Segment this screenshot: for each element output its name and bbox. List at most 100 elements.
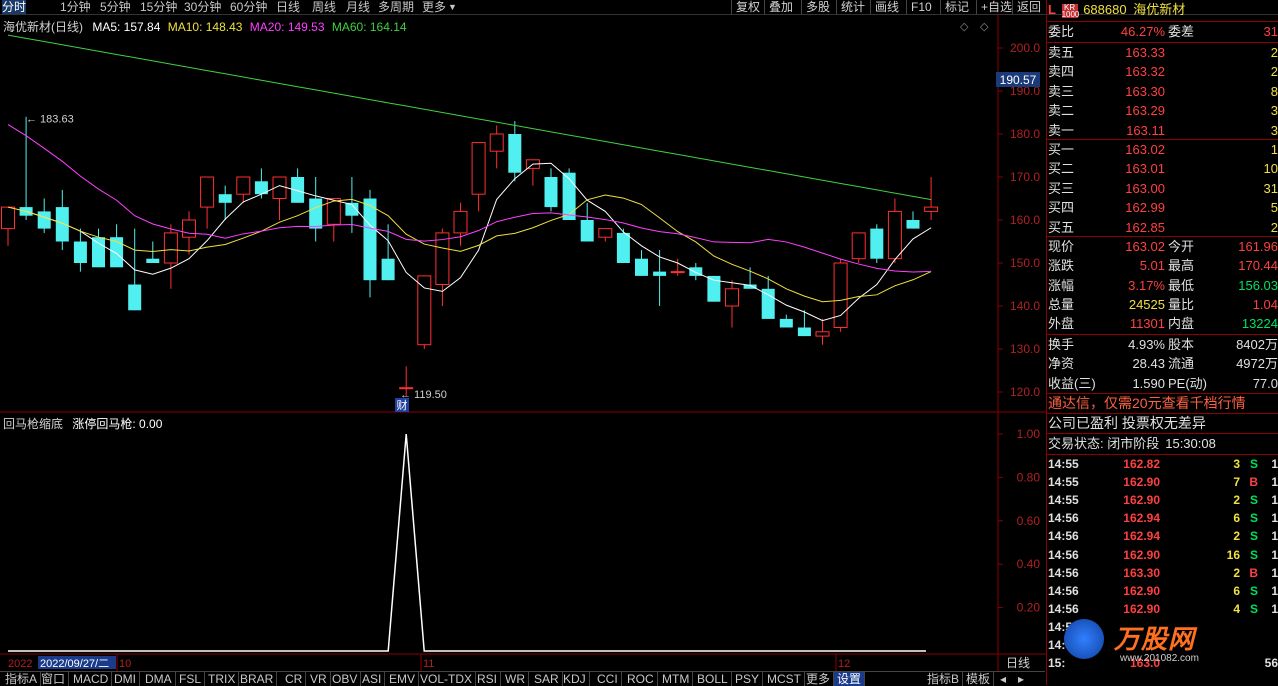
ma10-label: MA10: 148.43	[167, 20, 243, 34]
indicator-tab-22[interactable]: PSY	[732, 672, 764, 686]
finance-badge-text: 财	[397, 398, 408, 412]
indicator-tab-16[interactable]: SAR	[531, 672, 563, 686]
buy-price[interactable]: 163.02	[1090, 140, 1165, 159]
indicator-tab-18[interactable]: CCI	[594, 672, 622, 686]
period-tab-2[interactable]: 5分钟	[100, 0, 131, 14]
stats-label: 流通	[1168, 356, 1195, 372]
indicator-tab-10[interactable]: OBV	[329, 672, 362, 686]
indicator-tab-7[interactable]: BRAR	[237, 672, 278, 686]
indicator-tab-24[interactable]: 更多	[803, 672, 835, 686]
sell-price[interactable]: 163.29	[1090, 101, 1165, 120]
quote-value: 3.17%	[1128, 277, 1165, 293]
buy-price[interactable]: 163.00	[1090, 179, 1165, 198]
indicator-tab-15[interactable]: WR	[502, 672, 529, 686]
period-tab-7[interactable]: 周线	[312, 0, 336, 14]
indicator-tab-6[interactable]: TRIX	[205, 672, 240, 686]
indicator-tab-12[interactable]: EMV	[386, 672, 420, 686]
tick-volume: 16	[1226, 547, 1240, 562]
indicator-tab-17[interactable]: KDJ	[560, 672, 590, 686]
quote-label: 外盘	[1048, 316, 1075, 332]
candle-body	[924, 206, 939, 212]
period-tab-0[interactable]: 分时	[2, 0, 27, 14]
stats-row-2: 收益(三) 1.590 PE(动) 77.0	[1048, 374, 1278, 393]
stats-value: 8402万	[1236, 337, 1278, 352]
indicator-tab-0[interactable]: 指标A	[2, 672, 42, 686]
toolbar-button-7[interactable]: +自选	[976, 0, 1016, 14]
indicator-tab-11[interactable]: ASI	[359, 672, 386, 686]
price-tick-label: 130.0	[1010, 342, 1040, 356]
quote-row-3: 总量 24525 量比 1.04	[1048, 295, 1278, 314]
tick-price: 162.94	[1123, 511, 1160, 526]
chart-canvas[interactable]: 200.0190.0180.0170.0160.0150.0140.0130.0…	[0, 14, 1046, 671]
toolbar-button-3[interactable]: 统计	[836, 0, 869, 14]
scroll-left-icon[interactable]: ◂	[997, 672, 1009, 686]
quote-label: 内盘	[1168, 316, 1195, 332]
stock-code: 688680	[1083, 2, 1127, 17]
tick-count: 1	[1271, 493, 1278, 508]
tick-side: S	[1249, 583, 1258, 598]
toolbar-button-6[interactable]: 标记	[940, 0, 973, 14]
indicator-tab-19[interactable]: ROC	[624, 672, 658, 686]
candle-body	[363, 198, 377, 281]
ma5-label: MA5: 157.84	[92, 20, 161, 34]
sub-tick-label: 0.60	[1017, 514, 1041, 528]
x-label-dec: 12	[838, 658, 850, 670]
period-tab-3[interactable]: 15分钟	[140, 0, 177, 14]
period-tab-9[interactable]: 多周期	[378, 0, 414, 14]
tick-volume: 2	[1233, 493, 1240, 508]
candle-body	[508, 134, 522, 173]
sell-price[interactable]: 163.30	[1090, 82, 1165, 101]
buy-level-3: 买三 163.00 31	[1048, 179, 1278, 198]
indicator-tab-9[interactable]: VR	[307, 672, 331, 686]
candle-body	[55, 207, 69, 242]
period-tab-1[interactable]: 1分钟	[60, 0, 91, 14]
scroll-right-icon[interactable]: ▸	[1015, 672, 1027, 686]
template-tab[interactable]: 模板	[963, 672, 995, 686]
promo-link[interactable]: 通达信，仅需20元查看千档行情	[1048, 394, 1246, 413]
indicator-tab-8[interactable]: CR	[282, 672, 307, 686]
sell-price[interactable]: 163.32	[1090, 62, 1165, 81]
more-dropdown-icon[interactable]: ▼	[448, 0, 457, 14]
indicator-tab-14[interactable]: RSI	[474, 672, 502, 686]
candle-body	[833, 262, 848, 328]
price-tick-label: 140.0	[1010, 299, 1040, 313]
quote-label: 现价	[1048, 239, 1075, 254]
x-label-oct: 10	[119, 658, 131, 670]
toolbar-button-8[interactable]: 返回	[1012, 0, 1045, 14]
buy-price[interactable]: 163.01	[1090, 159, 1165, 178]
indicator-tab-20[interactable]: MTM	[659, 672, 694, 686]
indicator-tab-25[interactable]: 设置	[834, 672, 866, 686]
candle-body	[128, 284, 142, 311]
quote-value: 24525	[1128, 296, 1165, 312]
toolbar-button-5[interactable]: F10	[906, 0, 936, 14]
indicator-b-tab[interactable]: 指标B	[924, 672, 964, 686]
candle-body	[851, 232, 866, 260]
indicator-tab-23[interactable]: MCST	[764, 672, 805, 686]
toolbar-button-0[interactable]: 复权	[731, 0, 764, 14]
indicator-tab-13[interactable]: VOL-TDX	[417, 672, 477, 686]
candle-body	[73, 241, 87, 263]
sell-price[interactable]: 163.11	[1090, 121, 1165, 140]
period-tab-4[interactable]: 30分钟	[184, 0, 221, 14]
indicator-tab-1[interactable]: 窗口	[38, 672, 70, 686]
stock-header: L KR 1000 688680 海优新材	[1048, 0, 1185, 20]
tick-count: 1	[1271, 583, 1278, 598]
indicator-tab-3[interactable]: DMI	[111, 672, 140, 686]
toolbar-button-1[interactable]: 叠加	[764, 0, 797, 14]
indicator-tab-2[interactable]: MACD	[70, 672, 113, 686]
wei-bi-value: 46.27%	[1120, 24, 1165, 39]
period-tab-6[interactable]: 日线	[276, 0, 300, 14]
indicator-tab-4[interactable]: DMA	[142, 672, 176, 686]
buy-price[interactable]: 162.85	[1090, 218, 1165, 237]
tick-side: S	[1249, 511, 1258, 526]
period-tab-8[interactable]: 月线	[346, 0, 370, 14]
indicator-tab-5[interactable]: FSL	[176, 672, 206, 686]
period-tab-5[interactable]: 60分钟	[230, 0, 267, 14]
period-tab-10[interactable]: 更多	[422, 0, 446, 14]
toolbar-button-4[interactable]: 画线	[870, 0, 903, 14]
tick-count: 1	[1271, 565, 1278, 580]
indicator-tab-21[interactable]: BOLL	[694, 672, 732, 686]
toolbar-button-2[interactable]: 多股	[801, 0, 834, 14]
buy-price[interactable]: 162.99	[1090, 198, 1165, 217]
sell-price[interactable]: 163.33	[1090, 43, 1165, 62]
